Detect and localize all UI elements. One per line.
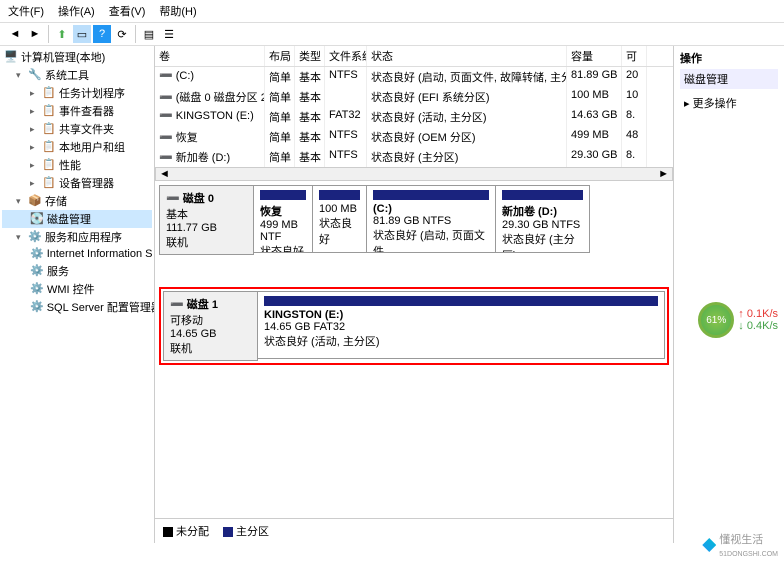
volume-row[interactable]: ➖ (磁盘 0 磁盘分区 2)简单基本状态良好 (EFI 系统分区)100 MB… [155, 87, 673, 107]
disk-1[interactable]: ➖ 磁盘 1 可移动 14.65 GB 联机 KINGSTON (E:) 14.… [163, 291, 665, 361]
tree-item[interactable]: ▸📋本地用户和组 [2, 138, 152, 156]
disk-0-partition[interactable]: 新加卷 (D:)29.30 GB NTFS状态良好 (主分区) [495, 185, 590, 253]
tree-item[interactable]: ⚙️SQL Server 配置管理器 [2, 298, 152, 316]
up-icon[interactable]: ⬆ [53, 25, 71, 43]
tree-item[interactable]: ⚙️服务 [2, 262, 152, 280]
tree-item[interactable]: ▸📋设备管理器 [2, 174, 152, 192]
list-view-icon[interactable]: ▤ [140, 25, 158, 43]
actions-more[interactable]: ▸ 更多操作 [680, 93, 778, 113]
disk-1-header: ➖ 磁盘 1 可移动 14.65 GB 联机 [163, 291, 258, 361]
disk-1-partition[interactable]: KINGSTON (E:) 14.65 GB FAT32 状态良好 (活动, 主… [257, 291, 665, 359]
legend-unalloc-icon [163, 527, 173, 537]
h-scrollbar[interactable]: ◄► [155, 167, 673, 181]
menu-file[interactable]: 文件(F) [8, 3, 44, 19]
network-pct: 61% [698, 302, 734, 338]
disk-0-partition[interactable]: 恢复499 MB NTF状态良好 (OE [253, 185, 313, 253]
help-icon[interactable]: ? [93, 25, 111, 43]
scroll-right-icon[interactable]: ► [655, 168, 672, 180]
watermark: 懂视生活51DONGSHI.COM [702, 531, 778, 559]
tree-item[interactable]: ▸📋任务计划程序 [2, 84, 152, 102]
disk-1-highlight: ➖ 磁盘 1 可移动 14.65 GB 联机 KINGSTON (E:) 14.… [159, 287, 669, 365]
volume-row[interactable]: ➖ 新加卷 (D:)简单基本NTFS状态良好 (主分区)29.30 GB8. [155, 147, 673, 167]
toolbar: ◄ ► ⬆ ▭ ? ⟳ ▤ ☰ [0, 23, 784, 46]
disk-0[interactable]: ➖ 磁盘 0 基本 111.77 GB 联机 恢复499 MB NTF状态良好 … [159, 185, 669, 255]
volume-row[interactable]: ➖ 恢复简单基本NTFS状态良好 (OEM 分区)499 MB48 [155, 127, 673, 147]
disk-0-partition[interactable]: (C:)81.89 GB NTFS状态良好 (启动, 页面文件, [366, 185, 496, 253]
menu-action[interactable]: 操作(A) [58, 3, 95, 19]
volume-row[interactable]: ➖ (C:)简单基本NTFS状态良好 (启动, 页面文件, 故障转储, 主分区)… [155, 67, 673, 87]
detail-view-icon[interactable]: ☰ [160, 25, 178, 43]
menu-view[interactable]: 查看(V) [109, 3, 146, 19]
nav-tree: 🖥️计算机管理(本地) ▾🔧系统工具 ▸📋任务计划程序▸📋事件查看器▸📋共享文件… [0, 46, 155, 543]
actions-dm[interactable]: 磁盘管理 [680, 69, 778, 89]
tree-diskmgmt[interactable]: 💽磁盘管理 [2, 210, 152, 228]
tree-item[interactable]: ▸📋共享文件夹 [2, 120, 152, 138]
network-widget[interactable]: 61% ↑ 0.1K/s ↓ 0.4K/s [698, 302, 778, 338]
legend: 未分配 主分区 [155, 518, 673, 543]
disk-0-partition[interactable]: 100 MB状态良好 [312, 185, 367, 253]
forward-icon[interactable]: ► [26, 25, 44, 43]
show-icon[interactable]: ▭ [73, 25, 91, 43]
disk-0-header: ➖ 磁盘 0 基本 111.77 GB 联机 [159, 185, 254, 255]
disk-graph: ➖ 磁盘 0 基本 111.77 GB 联机 恢复499 MB NTF状态良好 … [155, 181, 673, 518]
legend-primary-icon [223, 527, 233, 537]
tree-services[interactable]: ▾⚙️服务和应用程序 [2, 228, 152, 246]
tree-storage[interactable]: ▾📦存储 [2, 192, 152, 210]
watermark-icon [702, 538, 716, 552]
menu-help[interactable]: 帮助(H) [159, 3, 196, 19]
tree-item[interactable]: ▸📋性能 [2, 156, 152, 174]
scroll-left-icon[interactable]: ◄ [156, 168, 173, 180]
volume-header[interactable]: 卷布局类型文件系统状态容量可 [155, 46, 673, 67]
network-speed: ↑ 0.1K/s ↓ 0.4K/s [738, 308, 778, 332]
actions-title: 操作 [680, 50, 778, 66]
refresh-icon[interactable]: ⟳ [113, 25, 131, 43]
tree-systools[interactable]: ▾🔧系统工具 [2, 66, 152, 84]
tree-item[interactable]: ⚙️WMI 控件 [2, 280, 152, 298]
content-pane: 卷布局类型文件系统状态容量可 ➖ (C:)简单基本NTFS状态良好 (启动, 页… [155, 46, 674, 543]
tree-item[interactable]: ⚙️Internet Information S [2, 246, 152, 262]
back-icon[interactable]: ◄ [6, 25, 24, 43]
volume-list: 卷布局类型文件系统状态容量可 ➖ (C:)简单基本NTFS状态良好 (启动, 页… [155, 46, 673, 167]
volume-row[interactable]: ➖ KINGSTON (E:)简单基本FAT32状态良好 (活动, 主分区)14… [155, 107, 673, 127]
tree-item[interactable]: ▸📋事件查看器 [2, 102, 152, 120]
tree-root[interactable]: 🖥️计算机管理(本地) [2, 48, 152, 66]
actions-pane: 操作 磁盘管理 ▸ 更多操作 [674, 46, 784, 543]
menubar: 文件(F) 操作(A) 查看(V) 帮助(H) [0, 0, 784, 23]
